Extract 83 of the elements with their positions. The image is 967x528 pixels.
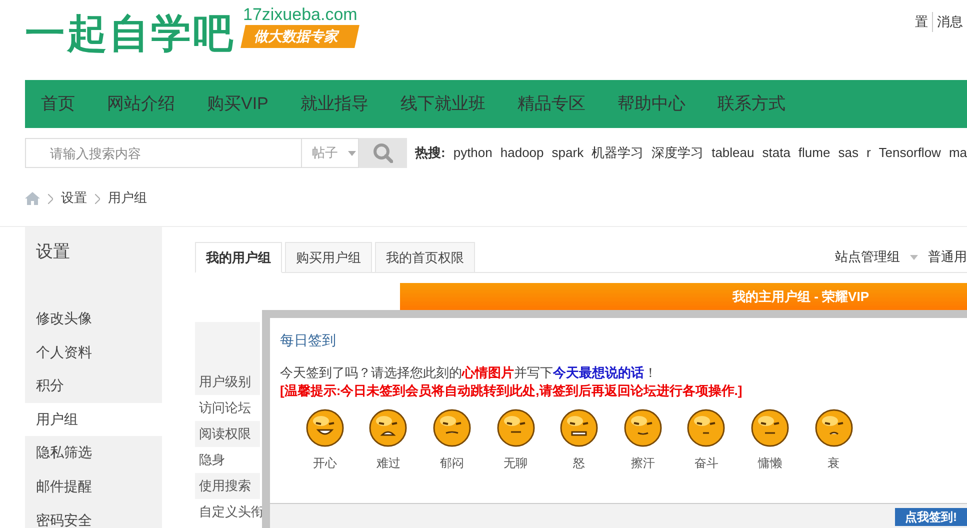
prompt-text: 今天签到了吗？请选择您此刻的心情图片并写下今天最想说的话！ [279, 364, 658, 382]
slogan-tag: 做大数据专家 [240, 24, 360, 48]
mood-label: 衰 [828, 455, 840, 472]
hot-search-link[interactable]: tableau [712, 143, 754, 163]
mood-label: 慵懒 [758, 455, 782, 472]
sidebar-item[interactable]: 隐私筛选 [25, 436, 162, 470]
hot-search-link[interactable]: r [866, 143, 871, 163]
emoticon-icon [622, 408, 663, 448]
mood-option[interactable]: 郁闷 [420, 408, 484, 472]
emoticon-icon [559, 408, 600, 448]
emoticon-icon [686, 408, 726, 448]
emoticon-icon [750, 408, 790, 448]
nav-link[interactable]: 购买VIP [207, 91, 268, 117]
breadcrumb-link[interactable]: 用户组 [108, 188, 147, 208]
permission-label: 用户级别 [195, 369, 260, 395]
hot-search-link[interactable]: python [453, 143, 492, 163]
emoticon-icon [368, 408, 408, 448]
mood-label: 郁闷 [440, 455, 464, 472]
mood-option[interactable]: 擦汗 [610, 408, 675, 472]
permission-label: 自定义头衔 [198, 503, 260, 521]
search-icon [372, 143, 393, 163]
permission-label: 使用搜索 [195, 473, 260, 499]
mood-label: 无聊 [504, 455, 528, 472]
user-link[interactable]: 消息 [932, 12, 967, 32]
mood-option[interactable]: 开心 [293, 408, 357, 472]
tab[interactable]: 我的首页权限 [375, 242, 475, 273]
mood-label: 开心 [312, 455, 337, 472]
permission-label: 访问论坛 [198, 399, 252, 417]
mood-option[interactable]: 慵懒 [738, 408, 802, 472]
permission-label: 阅读权限 [195, 421, 260, 447]
mood-label: 擦汗 [630, 455, 655, 472]
nav-link[interactable]: 网站介绍 [107, 91, 175, 117]
tab[interactable]: 我的用户组 [195, 242, 282, 273]
sidebar-item[interactable]: 修改头像 [25, 302, 162, 336]
tab[interactable]: 购买用户组 [285, 242, 372, 273]
nav-link[interactable]: 联系方式 [717, 91, 786, 117]
caret-icon [348, 150, 356, 156]
site-domain: 17zixueba.com [243, 6, 358, 25]
hot-search-link[interactable]: sas [838, 143, 858, 163]
hot-search-link[interactable]: flume [798, 143, 830, 163]
hot-search-link[interactable]: stata [762, 143, 790, 163]
breadcrumb-link[interactable]: 设置 [61, 188, 87, 208]
mood-option[interactable]: 奋斗 [674, 408, 738, 472]
sidebar-item[interactable]: 密码安全 [25, 504, 162, 528]
caret-icon [910, 254, 918, 260]
sign-in-button[interactable]: 点我签到! [895, 508, 967, 526]
nav-link[interactable]: 精品专区 [517, 91, 586, 117]
hot-search-label: 热搜: [415, 144, 446, 162]
hot-search-link[interactable]: spark [552, 143, 584, 163]
nav-link[interactable]: 就业指导 [300, 91, 368, 117]
dialog-title: 每日签到 [279, 331, 337, 350]
user-link[interactable]: 置 [911, 12, 932, 32]
hot-search-link[interactable]: ma [948, 143, 967, 163]
search-button[interactable] [358, 138, 407, 168]
emoticon-icon [304, 408, 345, 448]
mood-label: 难过 [376, 455, 400, 472]
nav-link[interactable]: 首页 [41, 91, 75, 117]
sidebar-item[interactable]: 个人资料 [25, 336, 162, 370]
warning-notice: [温馨提示:今日未签到会员将自动跳转到此处,请签到后再返回论坛进行各项操作.] [279, 382, 744, 400]
mood-option[interactable]: 怒 [547, 408, 611, 472]
hot-search-link[interactable]: 机器学习 [592, 143, 644, 163]
nav-link[interactable]: 帮助中心 [617, 91, 686, 117]
hot-search-link[interactable]: hadoop [500, 143, 544, 163]
emoticon-icon [814, 408, 854, 448]
mood-label: 怒 [573, 455, 586, 472]
mood-label: 奋斗 [694, 455, 718, 472]
permission-label: 隐身 [198, 451, 226, 469]
emoticon-icon [496, 408, 536, 448]
hot-search-link[interactable]: 深度学习 [652, 143, 704, 163]
hot-search-link[interactable]: Tensorflow [878, 143, 941, 163]
mood-option[interactable]: 无聊 [484, 408, 548, 472]
sidebar-item[interactable]: 积分 [25, 369, 162, 403]
sidebar-item[interactable]: 用户组 [25, 402, 162, 436]
mood-option[interactable]: 难过 [356, 408, 420, 472]
group-select[interactable]: 站点管理组 [835, 247, 900, 267]
sidebar-item[interactable]: 邮件提醒 [25, 470, 162, 504]
group-column-label: 普通用 [928, 248, 967, 266]
emoticon-icon [432, 408, 472, 448]
mood-option[interactable]: 衰 [802, 408, 866, 472]
sidebar-title: 设置 [35, 241, 71, 263]
search-field[interactable]: 请输入搜索内容 [25, 138, 302, 168]
home-icon[interactable] [25, 192, 40, 204]
nav-link[interactable]: 线下就业班 [400, 91, 486, 117]
